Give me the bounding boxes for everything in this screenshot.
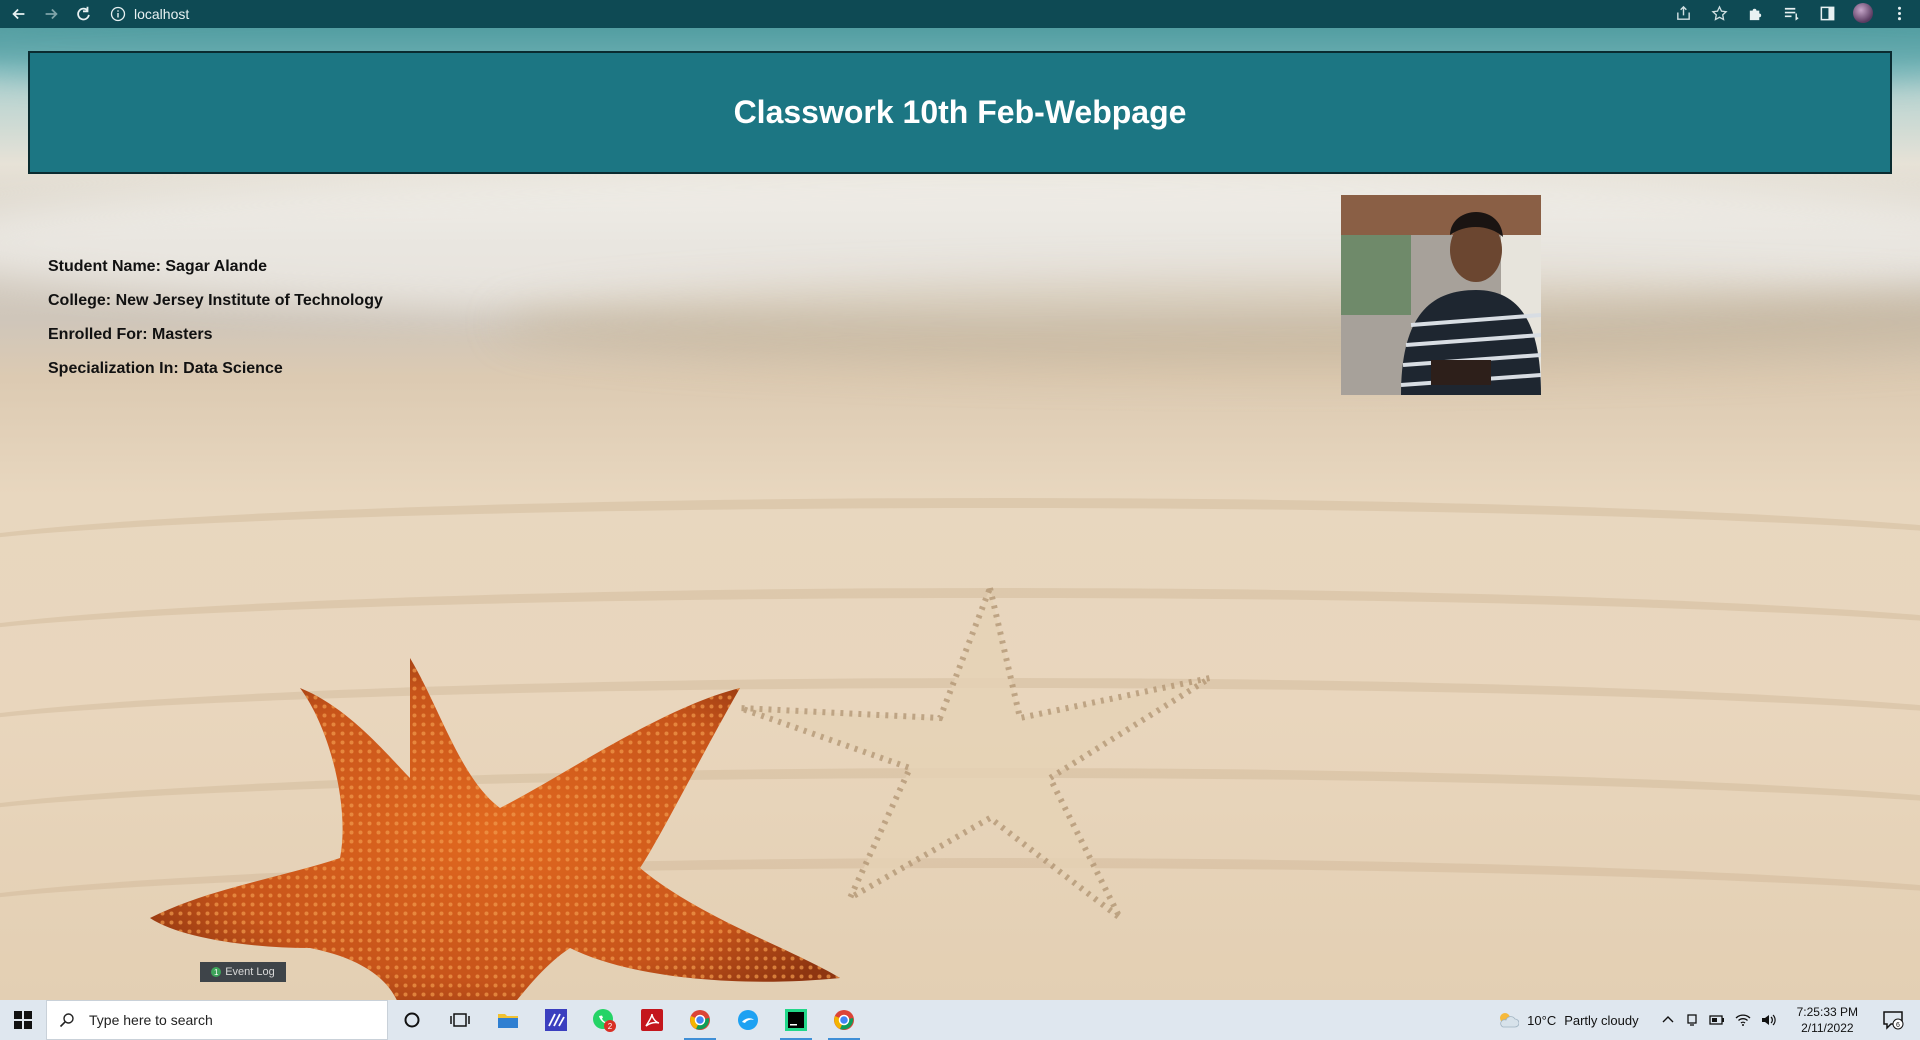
clock-time: 7:25:33 PM bbox=[1796, 1005, 1858, 1019]
extensions-button[interactable] bbox=[1744, 2, 1766, 24]
reload-button[interactable] bbox=[70, 2, 96, 26]
star-icon bbox=[1710, 4, 1728, 21]
chevron-up-icon[interactable] bbox=[1661, 1013, 1675, 1027]
folder-icon bbox=[498, 1014, 518, 1028]
meet-now-icon[interactable] bbox=[1685, 1013, 1699, 1027]
search-icon bbox=[59, 1013, 74, 1028]
page-header: Classwork 10th Feb-Webpage bbox=[28, 51, 1892, 174]
notification-center-button[interactable]: 6 bbox=[1878, 1005, 1908, 1035]
college: College: New Jersey Institute of Technol… bbox=[48, 292, 383, 309]
share-icon bbox=[1676, 5, 1690, 20]
event-log-button[interactable]: 1 Event Log bbox=[200, 962, 286, 982]
pdf-icon bbox=[641, 1009, 663, 1031]
back-button[interactable] bbox=[6, 2, 32, 26]
app-button[interactable] bbox=[532, 1000, 580, 1040]
reload-icon bbox=[77, 6, 90, 21]
student-photo bbox=[1341, 195, 1541, 395]
system-tray: 10°C Partly cloudy 7:25:33 PM 2/11/2022 … bbox=[1497, 1000, 1920, 1040]
reading-list-icon bbox=[1784, 7, 1799, 21]
side-panel-icon bbox=[1820, 6, 1834, 20]
start-button[interactable] bbox=[0, 1000, 46, 1040]
forward-button[interactable] bbox=[38, 2, 64, 26]
app-icon bbox=[545, 1009, 567, 1031]
whatsapp-badge: 2 bbox=[608, 1022, 613, 1031]
weather-widget[interactable]: 10°C Partly cloudy bbox=[1497, 1011, 1639, 1029]
student-name: Student Name: Sagar Alande bbox=[48, 258, 268, 275]
profile-avatar bbox=[1853, 3, 1873, 23]
file-explorer-button[interactable] bbox=[484, 1000, 532, 1040]
chrome-profile-button[interactable] bbox=[676, 1000, 724, 1040]
reading-list-button[interactable] bbox=[1780, 2, 1802, 24]
cortana-icon bbox=[404, 1012, 420, 1028]
puzzle-icon bbox=[1749, 8, 1761, 20]
pycharm-icon bbox=[785, 1009, 807, 1031]
kebab-menu-icon bbox=[1897, 6, 1901, 20]
pycharm-button[interactable] bbox=[772, 1000, 820, 1040]
whatsapp-icon: 2 bbox=[593, 1009, 616, 1032]
side-panel-button[interactable] bbox=[1816, 2, 1838, 24]
student-info: Student Name: Sagar Alande College: New … bbox=[48, 250, 383, 386]
url-text[interactable]: localhost bbox=[134, 6, 189, 22]
wifi-icon[interactable] bbox=[1735, 1013, 1751, 1027]
search-placeholder: Type here to search bbox=[89, 1012, 213, 1028]
browser-toolbar: localhost bbox=[0, 0, 1920, 28]
share-button[interactable] bbox=[1672, 2, 1694, 24]
menu-button[interactable] bbox=[1888, 2, 1910, 24]
task-view-icon bbox=[450, 1013, 470, 1027]
battery-icon[interactable] bbox=[1708, 1013, 1725, 1027]
enrolled-for: Enrolled For: Masters bbox=[48, 326, 213, 343]
notification-count: 6 bbox=[1896, 1022, 1900, 1029]
chrome-icon bbox=[690, 1010, 710, 1030]
event-log-count: 1 bbox=[211, 967, 222, 977]
weather-description: Partly cloudy bbox=[1564, 1012, 1639, 1028]
notification-icon: 6 bbox=[1883, 1011, 1904, 1030]
browser-button[interactable] bbox=[724, 1000, 772, 1040]
bookmark-button[interactable] bbox=[1708, 2, 1730, 24]
chrome-button[interactable] bbox=[820, 1000, 868, 1040]
page-title: Classwork 10th Feb-Webpage bbox=[733, 94, 1187, 130]
taskbar: Type here to search 2 10°C Partly cloudy bbox=[0, 1000, 1920, 1040]
volume-icon[interactable] bbox=[1761, 1013, 1777, 1027]
clock-date: 2/11/2022 bbox=[1801, 1021, 1854, 1035]
chrome-icon bbox=[834, 1010, 854, 1030]
student-photo-image bbox=[1341, 195, 1541, 395]
whatsapp-button[interactable]: 2 bbox=[580, 1000, 628, 1040]
address-bar[interactable]: localhost bbox=[110, 3, 189, 25]
info-icon[interactable] bbox=[110, 6, 126, 22]
weather-temperature: 10°C bbox=[1527, 1012, 1557, 1028]
forward-arrow-icon bbox=[45, 8, 58, 20]
wet-sand-background bbox=[500, 278, 1920, 368]
specialization: Specialization In: Data Science bbox=[48, 360, 283, 377]
browser-app-icon bbox=[738, 1010, 758, 1030]
taskbar-clock[interactable]: 7:25:33 PM 2/11/2022 bbox=[1797, 1004, 1858, 1036]
cortana-button[interactable] bbox=[388, 1000, 436, 1040]
taskbar-search[interactable]: Type here to search bbox=[46, 1000, 388, 1040]
partly-cloudy-icon bbox=[1500, 1013, 1520, 1028]
back-arrow-icon bbox=[12, 8, 25, 20]
profile-button[interactable] bbox=[1852, 2, 1874, 24]
page-viewport: Classwork 10th Feb-Webpage Student Name:… bbox=[0, 28, 1920, 1000]
windows-icon bbox=[14, 1011, 32, 1029]
task-view-button[interactable] bbox=[436, 1000, 484, 1040]
event-log-label: Event Log bbox=[225, 966, 275, 978]
starfish-image bbox=[150, 658, 840, 1000]
pdf-reader-button[interactable] bbox=[628, 1000, 676, 1040]
